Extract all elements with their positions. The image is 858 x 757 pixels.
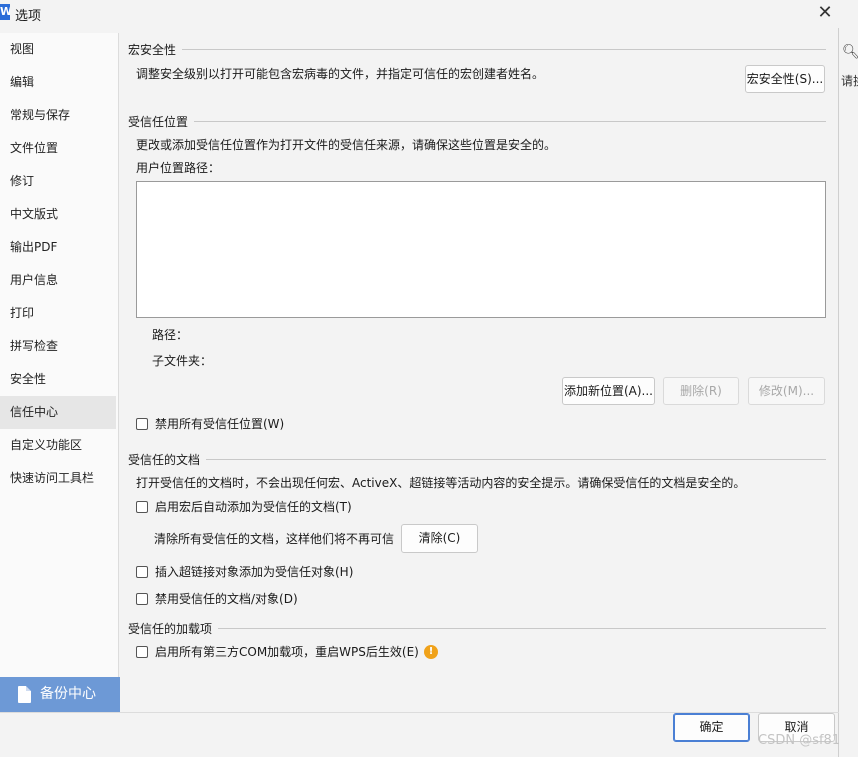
sidebar-item-print[interactable]: 打印 <box>0 297 118 330</box>
wps-app-icon: W <box>0 4 10 20</box>
options-dialog: W 选项 ✕ 视图 编辑 常规与保存 文件位置 修订 中文版式 输出PDF 用户… <box>0 0 839 757</box>
section-divider <box>182 49 826 50</box>
document-icon <box>18 686 31 703</box>
trusted-locations-list[interactable] <box>136 181 826 318</box>
add-location-button[interactable]: 添加新位置(A)... <box>562 377 655 405</box>
section-divider <box>194 121 826 122</box>
sidebar-item-general-save[interactable]: 常规与保存 <box>0 99 118 132</box>
macro-security-description: 调整安全级别以打开可能包含宏病毒的文件，并指定可信任的宏创建者姓名。 <box>136 67 545 81</box>
dialog-title: 选项 <box>15 9 42 24</box>
checkbox-label: 禁用所有受信任位置(W) <box>155 417 285 431</box>
trusted-addins-heading: 受信任的加载项 <box>128 622 213 636</box>
title-bar: W 选项 ✕ <box>0 0 839 28</box>
delete-location-button[interactable]: 删除(R) <box>663 377 739 405</box>
options-sidebar: 视图 编辑 常规与保存 文件位置 修订 中文版式 输出PDF 用户信息 打印 拼… <box>0 33 119 712</box>
sidebar-item-revision[interactable]: 修订 <box>0 165 118 198</box>
checkbox-box[interactable] <box>136 566 148 578</box>
trusted-locations-description: 更改或添加受信任位置作为打开文件的受信任来源，请确保这些位置是安全的。 <box>136 138 557 152</box>
sidebar-item-spell-check[interactable]: 拼写检查 <box>0 330 118 363</box>
checkbox-label: 禁用受信任的文档/对象(D) <box>155 592 298 606</box>
sidebar-item-customize-ribbon[interactable]: 自定义功能区 <box>0 429 118 462</box>
trust-center-panel: 宏安全性 调整安全级别以打开可能包含宏病毒的文件，并指定可信任的宏创建者姓名。 … <box>120 33 839 712</box>
path-label: 路径： <box>152 328 189 342</box>
sidebar-item-edit[interactable]: 编辑 <box>0 66 118 99</box>
checkbox-label: 插入超链接对象添加为受信任对象(H) <box>155 565 354 579</box>
checkbox-box[interactable] <box>136 501 148 513</box>
csdn-watermark: CSDN @sf81 <box>758 733 841 748</box>
backup-center-button[interactable]: 备份中心 <box>0 677 120 712</box>
checkbox-box[interactable] <box>136 593 148 605</box>
section-divider <box>206 459 826 460</box>
trusted-documents-heading: 受信任的文档 <box>128 453 201 467</box>
macro-security-heading: 宏安全性 <box>128 43 177 57</box>
close-button[interactable]: ✕ <box>812 2 838 26</box>
background-app-edge: 🔍︎ 请换 <box>838 0 858 757</box>
checkbox-box[interactable] <box>136 418 148 430</box>
sidebar-item-quick-access-toolbar[interactable]: 快速访问工具栏 <box>0 462 118 495</box>
backup-center-label: 备份中心 <box>40 686 96 702</box>
clear-trusted-text: 清除所有受信任的文档，这样他们将不再可信 <box>154 532 395 546</box>
warning-icon: ! <box>424 645 438 659</box>
close-icon: ✕ <box>817 2 833 23</box>
sidebar-item-view[interactable]: 视图 <box>0 33 118 66</box>
ok-button[interactable]: 确定 <box>673 713 750 742</box>
subfolder-label: 子文件夹： <box>152 354 213 368</box>
search-icon: 🔍︎ <box>842 44 858 60</box>
checkbox-label: 启用所有第三方COM加载项，重启WPS后生效(E) <box>155 645 419 659</box>
sidebar-item-chinese-layout[interactable]: 中文版式 <box>0 198 118 231</box>
trusted-locations-heading: 受信任位置 <box>128 115 189 129</box>
sidebar-item-trust-center[interactable]: 信任中心 <box>0 396 116 429</box>
section-divider <box>218 628 826 629</box>
macro-security-button[interactable]: 宏安全性(S)... <box>745 65 825 93</box>
user-paths-label: 用户位置路径： <box>136 161 221 175</box>
modify-location-button[interactable]: 修改(M)... <box>748 377 825 405</box>
sidebar-item-user-info[interactable]: 用户信息 <box>0 264 118 297</box>
trusted-documents-description: 打开受信任的文档时，不会出现任何宏、ActiveX、超链接等活动内容的安全提示。… <box>136 476 746 490</box>
sidebar-item-security[interactable]: 安全性 <box>0 363 118 396</box>
checkbox-label: 启用宏后自动添加为受信任的文档(T) <box>155 500 352 514</box>
clear-trusted-button[interactable]: 清除(C) <box>401 524 478 553</box>
checkbox-box[interactable] <box>136 646 148 658</box>
sidebar-item-export-pdf[interactable]: 输出PDF <box>0 231 118 264</box>
sidebar-item-file-location[interactable]: 文件位置 <box>0 132 118 165</box>
background-app-text: 请换 <box>841 74 858 88</box>
